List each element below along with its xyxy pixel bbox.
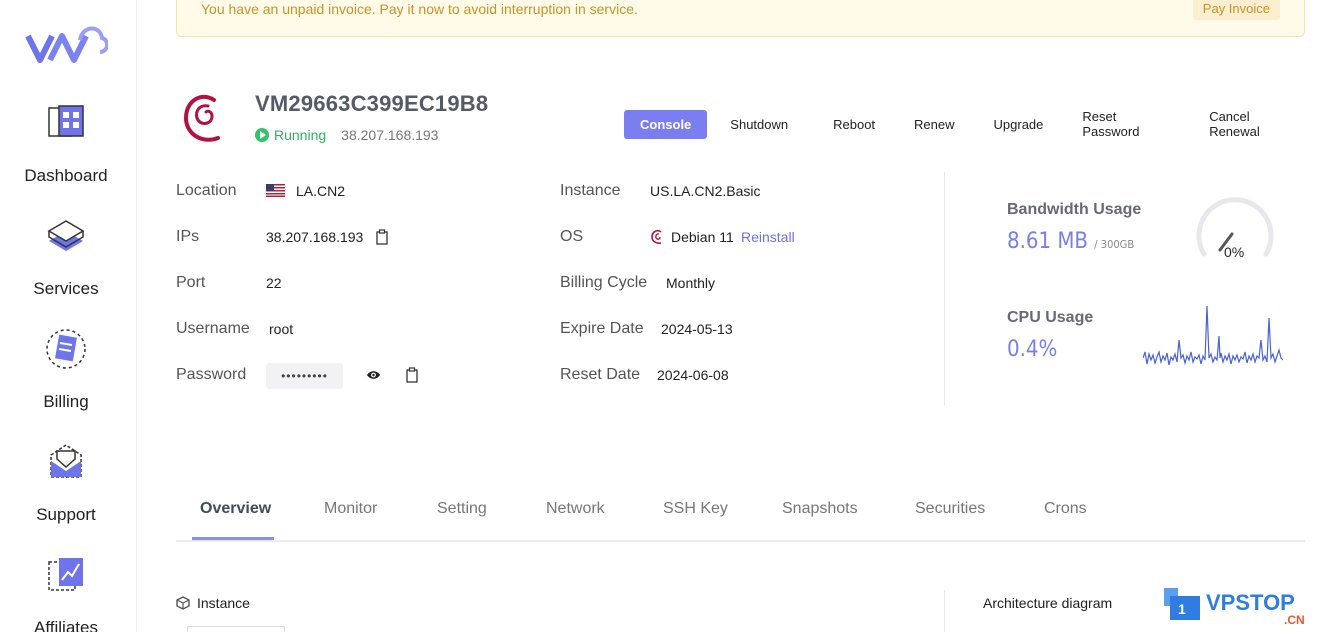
- active-tab-indicator: [192, 537, 274, 540]
- tab-network[interactable]: Network: [546, 500, 605, 518]
- tab-crons[interactable]: Crons: [1044, 500, 1087, 518]
- upgrade-button[interactable]: Upgrade: [978, 110, 1060, 139]
- tab-overview[interactable]: Overview: [200, 500, 271, 518]
- sidebar-label-dashboard: Dashboard: [24, 166, 108, 185]
- cpu-usage-title: CPU Usage: [1007, 309, 1094, 326]
- reboot-button[interactable]: Reboot: [817, 110, 891, 139]
- billing-icon: [46, 329, 86, 369]
- billing-cycle-label: Billing Cycle: [560, 274, 648, 291]
- show-password-eye-icon[interactable]: [366, 369, 381, 381]
- reinstall-link[interactable]: Reinstall: [741, 229, 795, 245]
- vm-name: VM29663C399EC19B8: [255, 91, 489, 116]
- unpaid-invoice-banner: You have an unpaid invoice. Pay it now t…: [176, 0, 1305, 37]
- banner-text: You have an unpaid invoice. Pay it now t…: [201, 1, 638, 17]
- tab-ssh-key[interactable]: SSH Key: [663, 500, 728, 518]
- tab-setting[interactable]: Setting: [437, 500, 487, 518]
- pay-invoice-button[interactable]: Pay Invoice: [1192, 0, 1280, 20]
- bandwidth-used: 8.61 MB: [1007, 229, 1088, 254]
- affiliates-icon: [48, 558, 83, 591]
- password-field[interactable]: •••••••••: [266, 363, 343, 389]
- status-text: Running: [274, 127, 327, 143]
- instance-label: Instance: [560, 182, 621, 199]
- port-label: Port: [176, 274, 206, 291]
- instance-panel: [187, 626, 285, 632]
- sidebar-label-services: Services: [33, 279, 99, 298]
- bandwidth-usage-value: 8.61 MB / 300GB: [1007, 229, 1134, 254]
- shutdown-button[interactable]: Shutdown: [714, 110, 804, 139]
- sidebar-item-dashboard[interactable]: Dashboard: [0, 100, 132, 186]
- ips-value: 38.207.168.193: [266, 229, 364, 245]
- us-flag-icon: [266, 184, 285, 197]
- bandwidth-usage-title: Bandwidth Usage: [1007, 201, 1142, 218]
- cpu-sparkline: [1143, 305, 1283, 366]
- support-icon: [50, 444, 82, 478]
- sidebar-label-billing: Billing: [43, 392, 89, 411]
- bottom-divider: [944, 590, 945, 632]
- os-label: OS: [560, 228, 584, 245]
- reset-date-value: 2024-06-08: [657, 367, 729, 383]
- copy-password-icon[interactable]: [405, 367, 419, 383]
- instance-section-title: Instance: [197, 595, 250, 611]
- instance-value: US.LA.CN2.Basic: [650, 183, 761, 199]
- vm-ip: 38.207.168.193: [341, 127, 439, 143]
- info-divider: [944, 172, 945, 405]
- reset-date-label: Reset Date: [560, 366, 641, 383]
- action-bar: Console Shutdown Reboot Renew Upgrade Re…: [624, 102, 1318, 146]
- expire-date-value: 2024-05-13: [661, 321, 733, 337]
- brand-logo[interactable]: [24, 18, 108, 68]
- debian-os-icon: [651, 230, 662, 244]
- copy-ip-icon[interactable]: [375, 229, 389, 245]
- cpu-usage-value: 0.4%: [1007, 337, 1058, 362]
- username-label: Username: [176, 320, 250, 337]
- username-value: root: [269, 321, 294, 337]
- tab-monitor[interactable]: Monitor: [324, 500, 377, 518]
- password-label: Password: [176, 366, 247, 383]
- sidebar-item-billing[interactable]: Billing: [0, 326, 132, 412]
- sidebar-item-affiliates[interactable]: Affiliates: [0, 552, 132, 632]
- instance-cube-icon: [176, 596, 190, 610]
- vm-status: Running 38.207.168.193: [255, 127, 438, 143]
- reset-password-button[interactable]: Reset Password: [1066, 102, 1186, 146]
- tab-snapshots[interactable]: Snapshots: [782, 500, 858, 518]
- sidebar-label-affiliates: Affiliates: [34, 618, 98, 632]
- ips-label: IPs: [176, 228, 200, 245]
- cancel-renewal-button[interactable]: Cancel Renewal: [1193, 102, 1313, 146]
- expire-date-label: Expire Date: [560, 320, 644, 337]
- os-value: Debian 11: [671, 229, 734, 245]
- watermark-sub: .CN: [1284, 613, 1305, 627]
- renew-button[interactable]: Renew: [898, 110, 970, 139]
- console-button[interactable]: Console: [624, 109, 708, 139]
- vpstop-watermark: 1 VPSTOP .CN: [1164, 588, 1305, 627]
- architecture-section-title: Architecture diagram: [983, 595, 1113, 611]
- watermark-text: VPSTOP: [1206, 590, 1295, 615]
- services-icon: [47, 220, 85, 251]
- location-label: Location: [176, 182, 237, 199]
- location-value: LA.CN2: [296, 183, 346, 199]
- debian-logo-icon: [183, 94, 220, 142]
- billing-cycle-value: Monthly: [666, 275, 716, 291]
- watermark-number: 1: [1178, 601, 1186, 617]
- sidebar-label-support: Support: [36, 505, 96, 524]
- tab-securities[interactable]: Securities: [915, 500, 985, 518]
- sidebar-item-services[interactable]: Services: [0, 213, 132, 299]
- bandwidth-percent: 0%: [1224, 244, 1245, 260]
- sidebar: Dashboard Services Billing Support Affil…: [0, 0, 137, 632]
- sidebar-item-support[interactable]: Support: [0, 439, 132, 525]
- tab-bar: Overview Monitor Setting Network SSH Key…: [176, 490, 1305, 542]
- running-status-icon: [255, 128, 269, 142]
- cpu-sparkline-line: [1143, 305, 1283, 366]
- bandwidth-total: / 300GB: [1094, 238, 1135, 251]
- dashboard-icon: [48, 105, 84, 137]
- port-value: 22: [266, 275, 282, 291]
